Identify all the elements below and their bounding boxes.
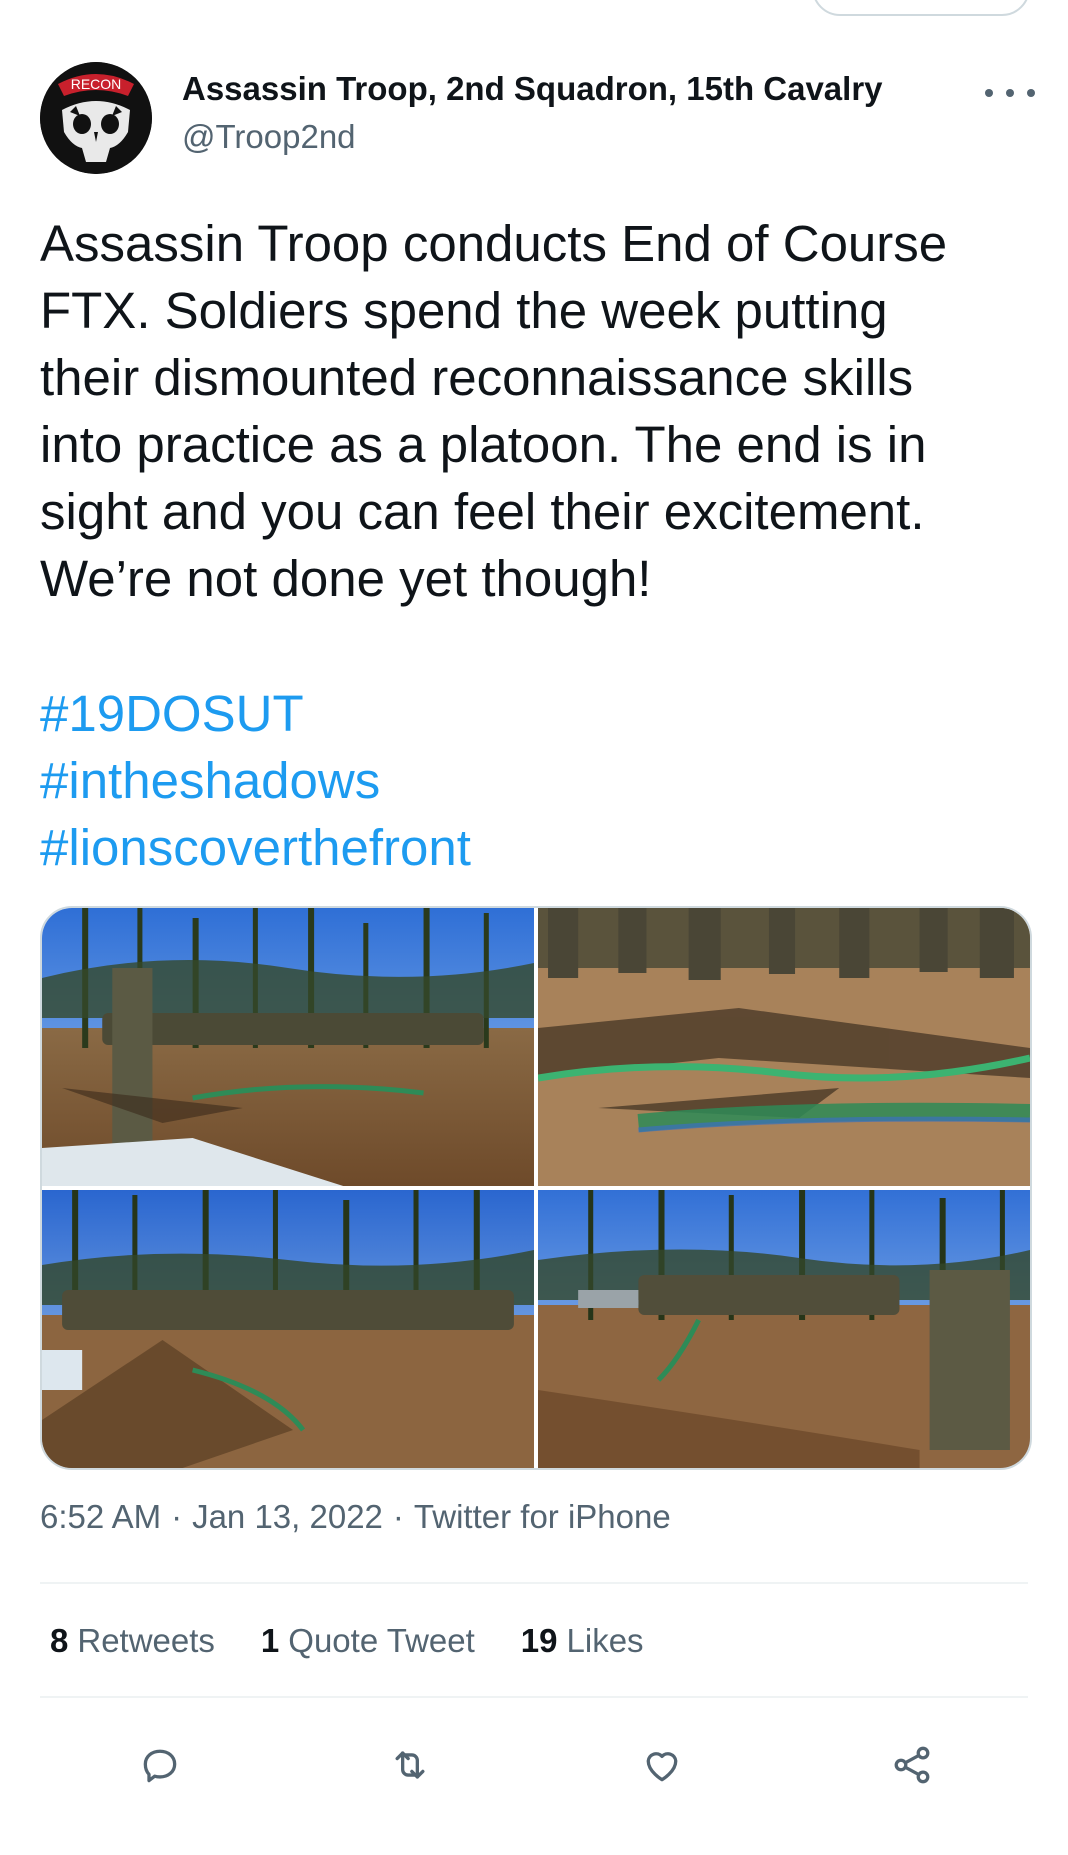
hashtag-link[interactable]: #lionscoverthefront [40, 814, 471, 881]
divider [40, 1696, 1028, 1698]
quotes-label: Quote Tweet [288, 1622, 475, 1659]
top-button-edge[interactable] [812, 0, 1030, 16]
recon-skull-logo: RECON [40, 62, 152, 174]
retweets-stat[interactable]: 8 Retweets [50, 1622, 215, 1660]
engagement-stats: 8 Retweets 1 Quote Tweet 19 Likes [50, 1622, 690, 1660]
reply-button[interactable] [125, 1730, 195, 1800]
tweet-time[interactable]: 6:52 AM [40, 1498, 161, 1535]
likes-label: Likes [566, 1622, 644, 1659]
tweet-text: Assassin Troop conducts End of Course FT… [40, 210, 1040, 612]
media-photo-2[interactable] [538, 908, 1030, 1186]
likes-stat[interactable]: 19 Likes [521, 1622, 644, 1660]
media-photo-3[interactable] [42, 1190, 534, 1468]
likes-count: 19 [520, 1622, 558, 1659]
reply-icon [143, 1749, 177, 1783]
svg-text:RECON: RECON [71, 76, 122, 92]
like-button[interactable] [627, 1730, 697, 1800]
more-icon [985, 89, 1035, 97]
tweet-text-line: Assassin Troop conducts End of Course [40, 215, 948, 272]
share-icon [894, 1746, 930, 1784]
tweet-metadata: 6:52 AM · Jan 13, 2022 · Twitter for iPhone [40, 1498, 671, 1536]
quotes-count: 1 [260, 1622, 280, 1659]
meta-separator: · [392, 1498, 404, 1535]
author-handle[interactable]: @Troop2nd [182, 118, 356, 156]
tweet-text-line: sight and you can feel their excitement. [40, 483, 925, 540]
more-options-button[interactable] [985, 78, 1035, 108]
quote-tweets-stat[interactable]: 1 Quote Tweet [261, 1622, 475, 1660]
divider [40, 1582, 1028, 1584]
heart-icon [646, 1752, 678, 1782]
meta-separator: · [171, 1498, 183, 1535]
share-button[interactable] [877, 1730, 947, 1800]
hashtag-link[interactable]: #19DOSUT [40, 680, 471, 747]
retweets-count: 8 [50, 1622, 69, 1659]
action-bar [0, 1730, 1068, 1800]
media-grid [40, 906, 1032, 1470]
tweet-date[interactable]: Jan 13, 2022 [192, 1498, 383, 1535]
retweet-button[interactable] [375, 1730, 445, 1800]
retweets-label: Retweets [77, 1622, 215, 1659]
tweet-text-line: into practice as a platoon. The end is i… [40, 416, 927, 473]
hashtag-link[interactable]: #intheshadows [40, 747, 471, 814]
tweet-source[interactable]: Twitter for iPhone [414, 1498, 671, 1535]
hashtags: #19DOSUT #intheshadows #lionscoverthefro… [40, 680, 471, 881]
media-photo-1[interactable] [42, 908, 534, 1186]
retweet-icon [395, 1751, 425, 1779]
media-photo-4[interactable] [538, 1190, 1030, 1468]
avatar[interactable]: RECON [40, 62, 152, 174]
tweet-text-line: FTX. Soldiers spend the week putting [40, 282, 888, 339]
tweet-text-line: their dismounted reconnaissance skills [40, 349, 914, 406]
tweet-text-line: We’re not done yet though! [40, 550, 652, 607]
author-name[interactable]: Assassin Troop, 2nd Squadron, 15th Caval… [182, 70, 883, 108]
